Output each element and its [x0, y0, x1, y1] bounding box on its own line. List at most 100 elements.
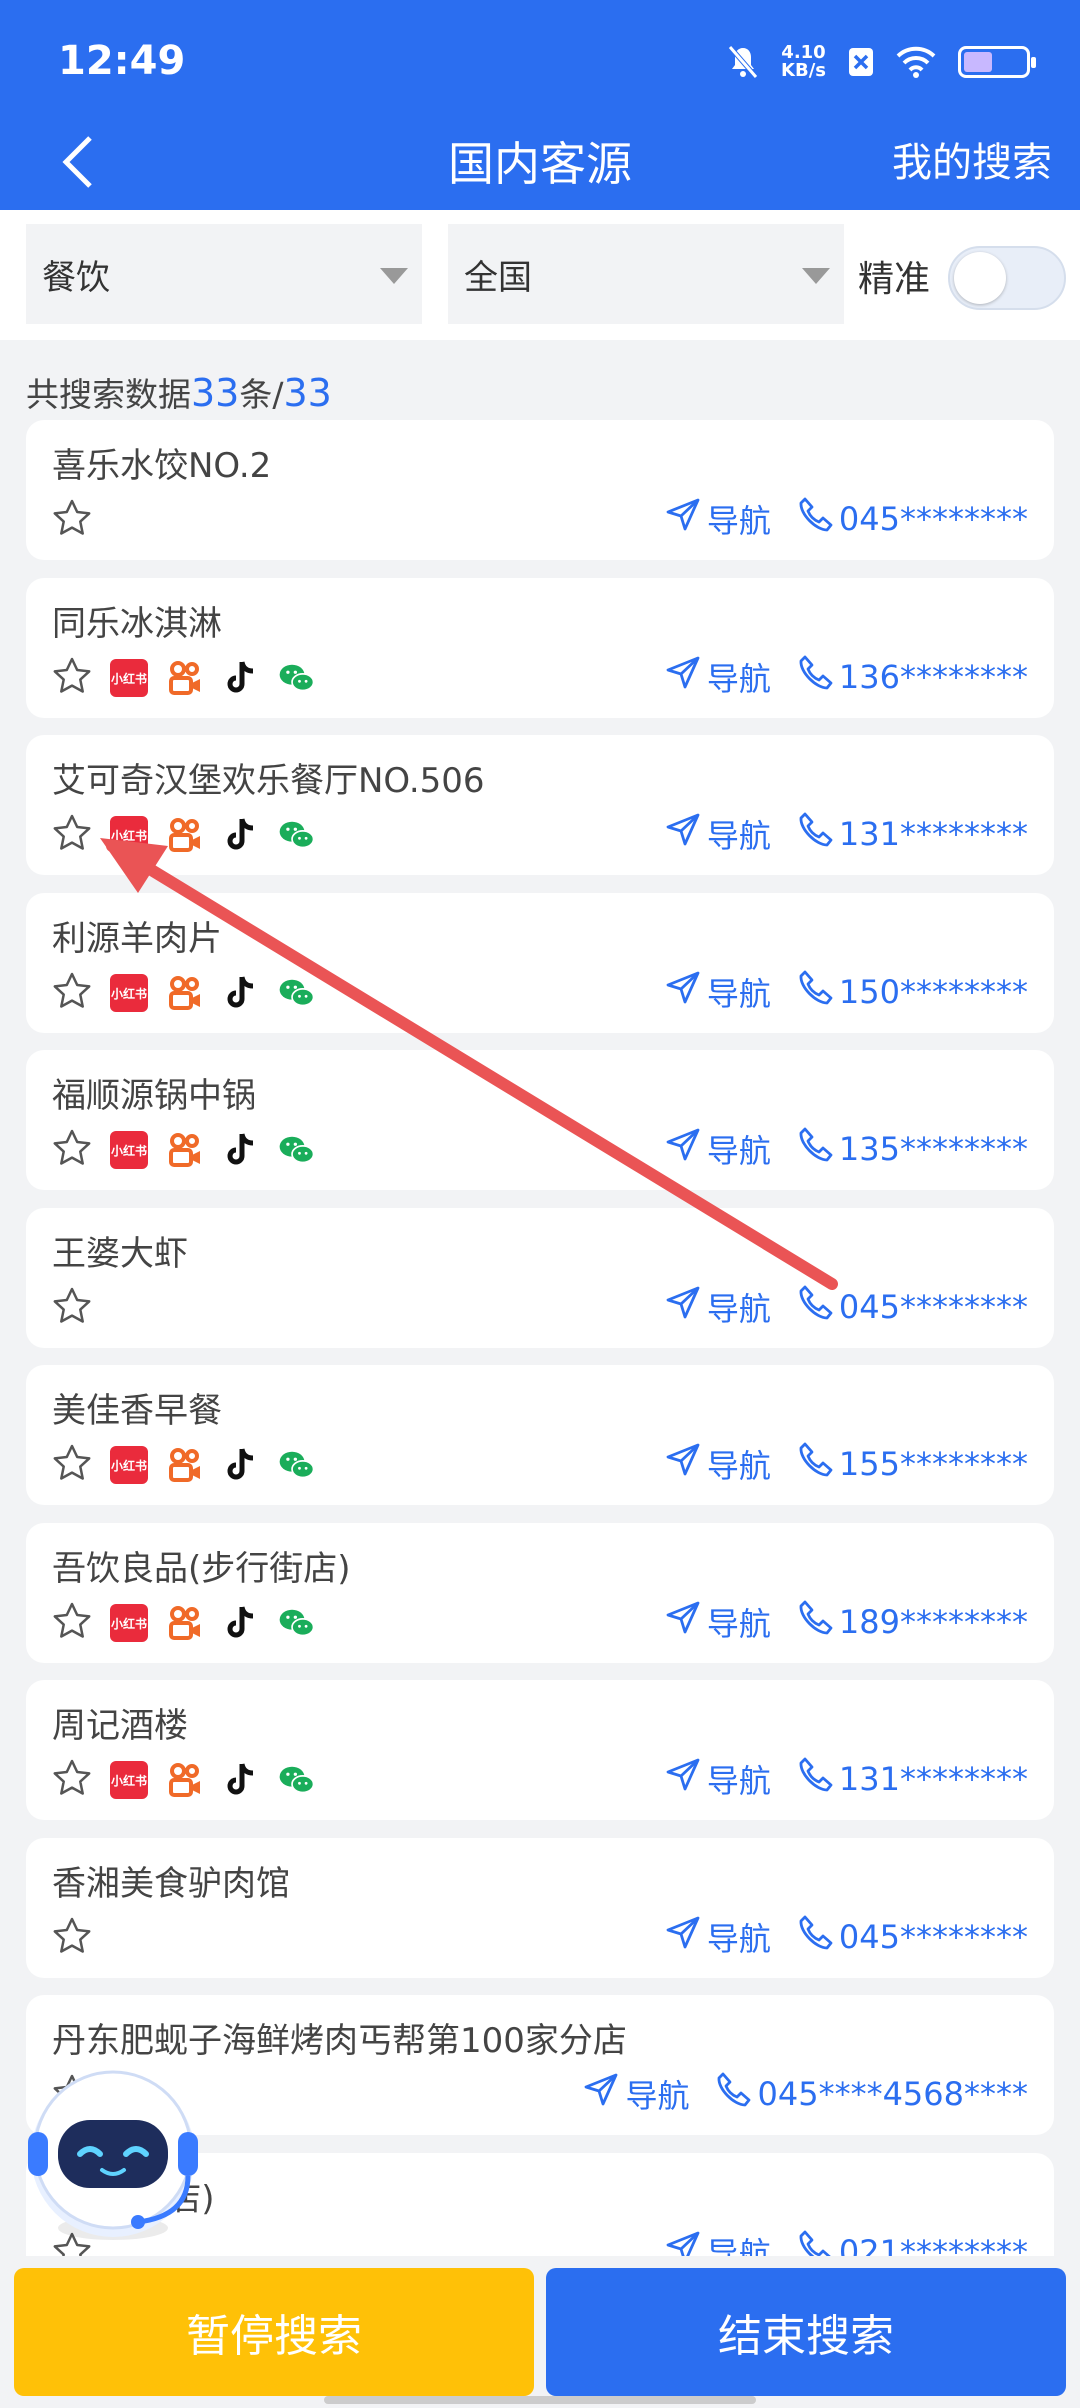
navigate-button[interactable]: 导航: [665, 1441, 771, 1487]
star-icon[interactable]: [52, 1128, 92, 1172]
star-icon[interactable]: [52, 1758, 92, 1802]
navigate-label: 导航: [706, 502, 771, 540]
kuaishou-icon[interactable]: [166, 659, 204, 697]
xiaohongshu-icon[interactable]: 小红书: [110, 1446, 148, 1484]
result-card[interactable]: 王婆大虾 导航 045********: [26, 1208, 1054, 1348]
kuaishou-icon[interactable]: [166, 816, 204, 854]
star-icon[interactable]: [52, 498, 92, 542]
phone-button[interactable]: 131********: [797, 811, 1028, 857]
my-search-link[interactable]: 我的搜索: [892, 130, 1052, 188]
home-indicator[interactable]: [324, 2396, 756, 2404]
phone-button[interactable]: 135********: [797, 1126, 1028, 1172]
region-select[interactable]: 全国: [448, 224, 844, 324]
star-icon[interactable]: [52, 656, 92, 700]
wechat-icon[interactable]: [278, 1446, 316, 1484]
result-card[interactable]: 喜乐水饺NO.2 导航 045********: [26, 420, 1054, 560]
result-card[interactable]: 利源羊肉片 小红书 导航 150********: [26, 893, 1054, 1033]
phone-icon: [797, 1126, 833, 1172]
xiaohongshu-icon[interactable]: 小红书: [110, 659, 148, 697]
xiaohongshu-icon[interactable]: 小红书: [110, 1604, 148, 1642]
result-card[interactable]: 福顺源锅中锅 小红书 导航 135********: [26, 1050, 1054, 1190]
navigate-button[interactable]: 导航: [665, 1756, 771, 1802]
star-icon[interactable]: [52, 971, 92, 1015]
wechat-icon[interactable]: [278, 816, 316, 854]
end-search-button[interactable]: 结束搜索: [546, 2268, 1066, 2396]
phone-button[interactable]: 155********: [797, 1441, 1028, 1487]
navigate-button[interactable]: 导航: [665, 1914, 771, 1960]
phone-button[interactable]: 136********: [797, 654, 1028, 700]
xiaohongshu-icon[interactable]: 小红书: [110, 1131, 148, 1169]
card-actions: 导航 189********: [665, 1599, 1028, 1645]
kuaishou-icon[interactable]: [166, 974, 204, 1012]
result-summary: 共搜索数据33条/33: [26, 368, 332, 416]
category-select[interactable]: 餐饮: [26, 224, 422, 324]
wechat-icon[interactable]: [278, 1131, 316, 1169]
phone-number: 045********: [838, 1918, 1028, 1956]
star-icon[interactable]: [52, 813, 92, 857]
shop-name: 周记酒楼: [52, 1706, 188, 1746]
navigate-button[interactable]: 导航: [665, 1284, 771, 1330]
wechat-icon[interactable]: [278, 1761, 316, 1799]
result-card[interactable]: 艾可奇汉堡欢乐餐厅NO.506 小红书 导航 131********: [26, 735, 1054, 875]
platform-icons: 小红书: [52, 1601, 316, 1645]
douyin-icon[interactable]: [222, 1131, 260, 1169]
wifi-icon: [896, 46, 936, 78]
star-icon[interactable]: [52, 1601, 92, 1645]
kuaishou-icon[interactable]: [166, 1131, 204, 1169]
wechat-icon[interactable]: [278, 974, 316, 1012]
kuaishou-icon[interactable]: [166, 1446, 204, 1484]
navigation-arrow-icon: [665, 1442, 701, 1486]
douyin-icon[interactable]: [222, 1446, 260, 1484]
douyin-icon[interactable]: [222, 816, 260, 854]
result-card[interactable]: 香湘美食驴肉馆 导航 045********: [26, 1838, 1054, 1978]
pause-search-button[interactable]: 暂停搜索: [14, 2268, 534, 2396]
star-icon[interactable]: [52, 1916, 92, 1960]
result-card[interactable]: 周记酒楼小红书 导航 131********: [26, 1680, 1054, 1820]
phone-button[interactable]: 131********: [797, 1756, 1028, 1802]
phone-button[interactable]: 045****4568****: [715, 2071, 1028, 2117]
phone-number: 131********: [838, 815, 1028, 853]
phone-button[interactable]: 045********: [797, 496, 1028, 542]
wechat-icon[interactable]: [278, 1604, 316, 1642]
precise-label: 精准: [858, 259, 931, 300]
summary-prefix: 共搜索数据: [26, 375, 191, 414]
douyin-icon[interactable]: [222, 659, 260, 697]
navigate-button[interactable]: 导航: [665, 811, 771, 857]
star-icon[interactable]: [52, 1286, 92, 1330]
kuaishou-icon[interactable]: [166, 1761, 204, 1799]
navigate-button[interactable]: 导航: [665, 496, 771, 542]
phone-number: 136********: [838, 658, 1028, 696]
card-actions: 导航 155********: [665, 1441, 1028, 1487]
card-actions: 导航 150********: [665, 969, 1028, 1015]
xiaohongshu-icon[interactable]: 小红书: [110, 816, 148, 854]
phone-number: 045****4568****: [757, 2075, 1028, 2113]
navigate-button[interactable]: 导航: [583, 2071, 689, 2117]
navigate-label: 导航: [706, 1447, 771, 1485]
kuaishou-icon[interactable]: [166, 1604, 204, 1642]
phone-button[interactable]: 045********: [797, 1914, 1028, 1960]
douyin-icon[interactable]: [222, 974, 260, 1012]
phone-button[interactable]: 189********: [797, 1599, 1028, 1645]
result-card[interactable]: 美佳香早餐 小红书 导航 155********: [26, 1365, 1054, 1505]
navigate-button[interactable]: 导航: [665, 1599, 771, 1645]
result-card[interactable]: 吾饮良品(步行街店) 小红书 导航 189********: [26, 1523, 1054, 1663]
phone-number: 189********: [838, 1603, 1028, 1641]
result-card[interactable]: 同乐冰淇淋 小红书 导航 136********: [26, 578, 1054, 718]
navigate-button[interactable]: 导航: [665, 654, 771, 700]
navigation-arrow-icon: [665, 1915, 701, 1959]
douyin-icon[interactable]: [222, 1761, 260, 1799]
xiaohongshu-icon[interactable]: 小红书: [110, 1761, 148, 1799]
wechat-icon[interactable]: [278, 659, 316, 697]
phone-button[interactable]: 045********: [797, 1284, 1028, 1330]
douyin-icon[interactable]: [222, 1604, 260, 1642]
precise-toggle[interactable]: [948, 246, 1066, 310]
navigate-button[interactable]: 导航: [665, 1126, 771, 1172]
navigate-button[interactable]: 导航: [665, 969, 771, 1015]
xiaohongshu-icon[interactable]: 小红书: [110, 974, 148, 1012]
assistant-robot-button[interactable]: [18, 2050, 208, 2250]
navigate-label: 导航: [706, 1762, 771, 1800]
star-icon[interactable]: [52, 1443, 92, 1487]
category-value: 餐饮: [42, 257, 110, 298]
navigation-arrow-icon: [665, 1600, 701, 1644]
phone-button[interactable]: 150********: [797, 969, 1028, 1015]
